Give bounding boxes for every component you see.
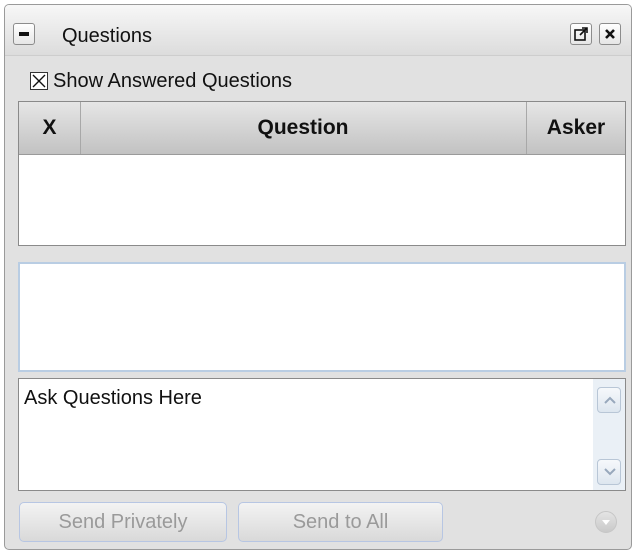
options-button[interactable] xyxy=(595,511,617,533)
panel-title: Questions xyxy=(62,25,153,47)
chevron-up-icon xyxy=(604,396,616,404)
show-answered-checkbox[interactable] xyxy=(30,72,48,90)
column-header-question[interactable]: Question xyxy=(80,102,527,154)
close-icon xyxy=(605,29,615,39)
show-answered-label: Show Answered Questions xyxy=(53,69,293,92)
scroll-up-button[interactable] xyxy=(597,387,621,413)
send-privately-button[interactable]: Send Privately xyxy=(19,502,227,542)
question-detail-area[interactable] xyxy=(18,262,626,372)
column-header-asker[interactable]: Asker xyxy=(526,102,626,154)
questions-panel: Questions Show Answered Questions X Ques… xyxy=(4,4,632,550)
questions-table: X Question Asker xyxy=(18,101,626,246)
checkbox-check-icon xyxy=(32,74,46,88)
panel-title-bar: Questions xyxy=(5,5,631,56)
table-header: X Question Asker xyxy=(19,102,625,155)
column-header-x[interactable]: X xyxy=(19,102,81,154)
collapse-button[interactable] xyxy=(13,23,35,45)
scroll-down-button[interactable] xyxy=(597,459,621,485)
popout-button[interactable] xyxy=(570,23,592,45)
close-button[interactable] xyxy=(599,23,621,45)
ask-question-text[interactable]: Ask Questions Here xyxy=(24,387,202,410)
ask-question-input[interactable]: Ask Questions Here xyxy=(18,378,626,491)
chevron-down-icon xyxy=(602,520,610,525)
send-to-all-button[interactable]: Send to All xyxy=(238,502,443,542)
popout-icon xyxy=(574,27,588,41)
chevron-down-icon xyxy=(604,468,616,476)
show-answered-toggle[interactable]: Show Answered Questions xyxy=(30,68,292,94)
input-scrollbar[interactable] xyxy=(593,379,625,490)
